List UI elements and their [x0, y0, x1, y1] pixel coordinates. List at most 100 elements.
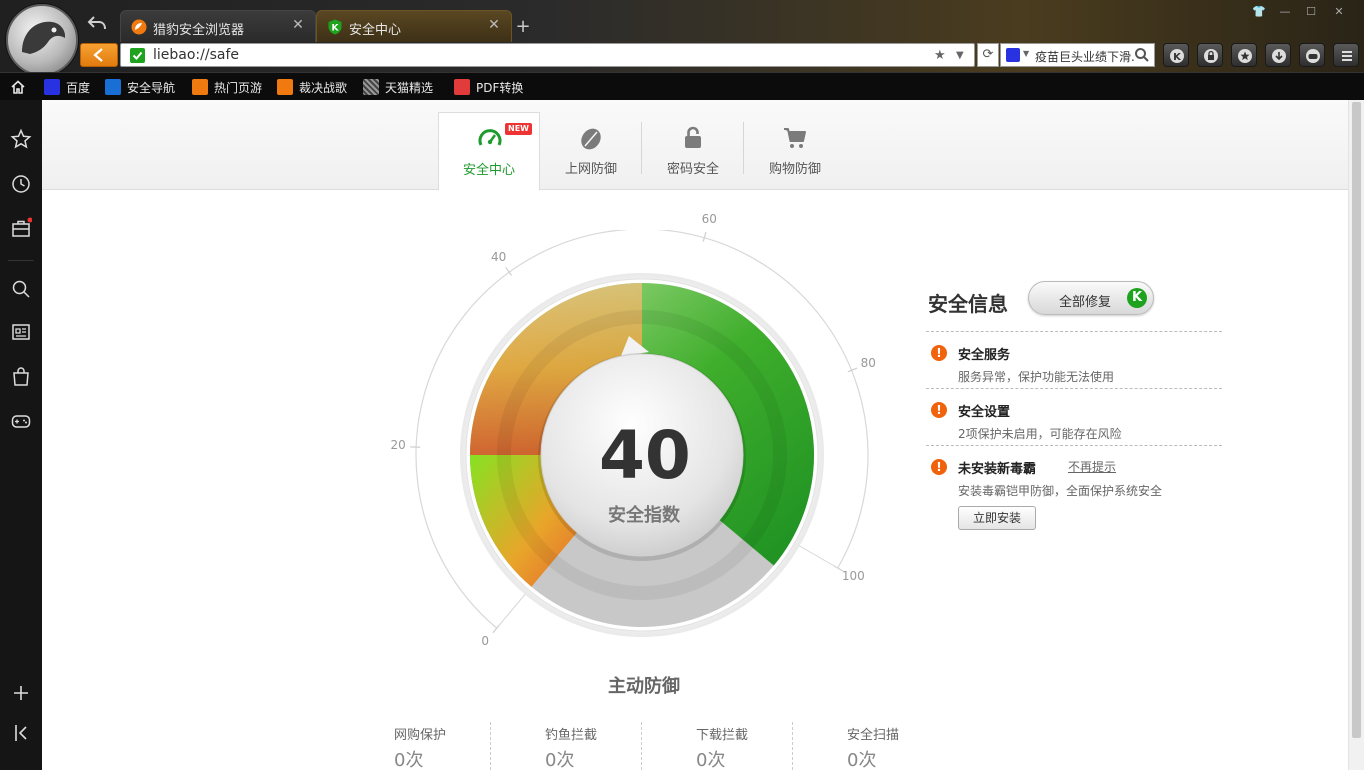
- address-row: liebao://safe ★ ▼ ⟳ ▼ 疫苗巨头业绩下滑... K: [80, 40, 1364, 72]
- search-icon[interactable]: [10, 278, 32, 300]
- shield-k-icon: K: [327, 19, 343, 35]
- nav-tab-label: 密码安全: [666, 162, 719, 177]
- stat-divider: [641, 722, 642, 770]
- search-box[interactable]: ▼ 疫苗巨头业绩下滑...: [1000, 43, 1155, 67]
- shopping-bag-icon[interactable]: [10, 366, 32, 388]
- vertical-scrollbar[interactable]: [1348, 100, 1364, 770]
- left-sidebar: [0, 100, 42, 770]
- baidu-icon: [44, 79, 60, 95]
- tick-label-60: 60: [701, 212, 717, 227]
- nav-tab-label: 安全中心: [462, 163, 515, 178]
- leaf-shield-icon: [577, 124, 605, 152]
- tick-label-100: 100: [841, 569, 865, 583]
- stat-divider: [490, 722, 491, 770]
- news-icon[interactable]: [10, 321, 32, 343]
- k-orange-icon: [277, 79, 293, 95]
- protection-stats: 网购保护 0次 钓鱼拦截 0次 下载拦截 0次 安全扫描 0次: [342, 722, 1002, 770]
- browser-chrome: 猎豹安全浏览器 ✕ K 安全中心 ✕ + 👕 — ☐ ✕ liebao://sa…: [0, 0, 1364, 100]
- tab-browser-home[interactable]: 猎豹安全浏览器 ✕: [120, 10, 316, 42]
- new-tab-button[interactable]: +: [512, 16, 534, 38]
- stat-phishing-blocked: 钓鱼拦截 0次: [545, 728, 598, 770]
- cart-icon: [781, 124, 809, 152]
- k-logo-icon: K: [1127, 288, 1147, 308]
- menu-button[interactable]: [1333, 43, 1359, 67]
- nav-tab-label: 上网防御: [564, 162, 617, 177]
- dont-show-again-link[interactable]: 不再提示: [1068, 458, 1116, 475]
- tab-security-center[interactable]: K 安全中心 ✕: [316, 10, 512, 42]
- gamepad-icon[interactable]: [10, 410, 32, 432]
- refresh-button[interactable]: ⟳: [977, 43, 999, 67]
- baidu-icon[interactable]: [1006, 48, 1020, 62]
- window-controls: 👕 — ☐ ✕: [1248, 2, 1360, 22]
- tab-password-security[interactable]: 密码安全: [642, 112, 744, 191]
- add-icon[interactable]: [10, 682, 32, 704]
- security-nav: NEW 安全中心 上网防御 密码安全 购物防御: [42, 100, 1348, 191]
- chevron-down-icon[interactable]: ▼: [956, 48, 968, 64]
- svg-text:K: K: [1173, 52, 1182, 63]
- security-info-panel: 安全信息 全部修复 K ! 安全服务 服务异常，保护功能无法使用 ! 安全设置 …: [926, 280, 1222, 540]
- scrollbar-thumb[interactable]: [1352, 102, 1361, 738]
- lock-button[interactable]: [1197, 43, 1223, 67]
- tab-title: 猎豹安全浏览器: [153, 23, 245, 38]
- security-gauge: 0 20 40 60 80 100 40 安全指数 主动防御: [391, 212, 882, 710]
- security-info-title: 安全信息: [928, 292, 1008, 316]
- bookmarks-bar: 百度 安全导航 热门页游 裁决战歌 天猫精选 PDF转换: [0, 72, 1364, 100]
- tab-shopping-defense[interactable]: 购物防御: [744, 112, 846, 191]
- nav-tab-label: 购物防御: [768, 162, 821, 177]
- svg-text:K: K: [332, 24, 340, 34]
- bookmark-star-icon[interactable]: ★: [934, 48, 950, 64]
- undo-close-tab-icon[interactable]: [86, 12, 108, 34]
- download-button[interactable]: [1265, 43, 1291, 67]
- history-clock-icon[interactable]: [10, 173, 32, 195]
- divider: [926, 331, 1222, 332]
- speedometer-icon: [476, 125, 504, 153]
- divider: [926, 388, 1222, 389]
- new-badge: NEW: [505, 123, 532, 135]
- maximize-icon[interactable]: ☐: [1300, 2, 1322, 22]
- address-bar[interactable]: liebao://safe ★ ▼: [120, 43, 975, 67]
- gauge-gap-line: [496, 588, 530, 629]
- cheetah-icon: [131, 19, 147, 35]
- tick-label-0: 0: [481, 633, 489, 648]
- lock-icon: [679, 124, 707, 152]
- page-content: NEW 安全中心 上网防御 密码安全 购物防御 0 20 40 60 80 10…: [42, 100, 1364, 770]
- tab-web-defense[interactable]: 上网防御: [540, 112, 642, 191]
- tick-label-40: 40: [490, 249, 507, 264]
- warning-icon: !: [931, 459, 947, 475]
- tab-security-center[interactable]: NEW 安全中心: [438, 112, 540, 191]
- warning-icon: !: [931, 345, 947, 361]
- cheetah-logo[interactable]: [6, 4, 78, 76]
- fix-all-button[interactable]: 全部修复 K: [1028, 281, 1154, 315]
- tab-title: 安全中心: [349, 23, 402, 38]
- back-button[interactable]: [80, 43, 118, 67]
- sidebar-divider: [8, 260, 34, 261]
- stat-shopping-protection: 网购保护 0次: [394, 728, 447, 770]
- search-input[interactable]: 疫苗巨头业绩下滑...: [1035, 48, 1135, 65]
- secure-check-icon: [130, 48, 145, 63]
- games-button[interactable]: [1299, 43, 1325, 67]
- home-icon[interactable]: [10, 79, 26, 95]
- k-account-button[interactable]: K: [1163, 43, 1189, 67]
- security-index-label: 安全指数: [608, 505, 680, 526]
- close-icon[interactable]: ✕: [487, 18, 501, 32]
- toolbox-icon[interactable]: [10, 217, 33, 239]
- chevron-down-icon[interactable]: ▼: [1023, 49, 1029, 58]
- address-text[interactable]: liebao://safe: [153, 47, 239, 63]
- skin-icon[interactable]: 👕: [1248, 2, 1270, 22]
- close-icon[interactable]: ✕: [291, 18, 305, 32]
- warning-icon: !: [931, 402, 947, 418]
- gauge-gap-line: [793, 542, 838, 569]
- install-now-button[interactable]: 立即安装: [958, 506, 1036, 530]
- stat-download-blocked: 下载拦截 0次: [696, 728, 749, 770]
- search-icon[interactable]: [1134, 47, 1150, 63]
- stat-divider: [792, 722, 793, 770]
- collapse-sidebar-icon[interactable]: [10, 722, 32, 744]
- stat-security-scan: 安全扫描 0次: [847, 728, 900, 770]
- star-icon[interactable]: [10, 128, 32, 150]
- favorites-button[interactable]: [1231, 43, 1257, 67]
- k-orange-icon: [192, 79, 208, 95]
- minimize-icon[interactable]: —: [1274, 2, 1296, 22]
- active-defense-label[interactable]: 主动防御: [589, 672, 699, 698]
- tick-label-20: 20: [390, 438, 406, 453]
- close-window-icon[interactable]: ✕: [1328, 2, 1350, 22]
